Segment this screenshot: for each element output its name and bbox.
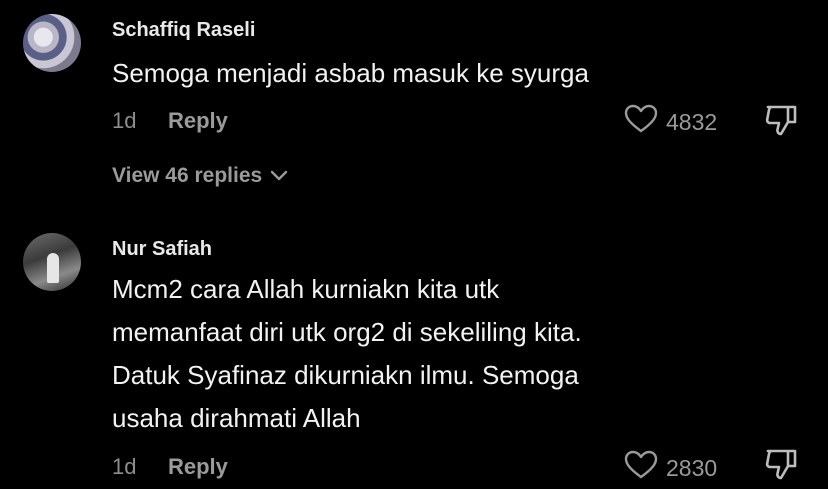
thumbs-down-outline-icon: [764, 449, 798, 484]
thumbs-down-outline-icon: [764, 105, 798, 140]
comment-username[interactable]: Schaffiq Raseli: [112, 19, 255, 42]
comment-timestamp: 1d: [112, 108, 137, 133]
dislike-button[interactable]: [764, 104, 798, 141]
like-button[interactable]: 4832: [624, 104, 717, 140]
reply-button[interactable]: Reply: [168, 454, 228, 480]
dislike-button[interactable]: [764, 448, 798, 485]
comment-username[interactable]: Nur Safiah: [112, 238, 212, 261]
comment-timestamp: 1d: [112, 454, 137, 479]
heart-outline-icon: [624, 104, 658, 140]
like-count: 2830: [666, 454, 718, 481]
reply-button[interactable]: Reply: [168, 108, 228, 134]
comment-text: Mcm2 cara Allah kurniakn kita utk memanf…: [112, 268, 582, 440]
like-count: 4832: [666, 108, 718, 135]
view-replies-button[interactable]: View 46 replies: [112, 164, 288, 188]
comment-text-line: Mcm2 cara Allah kurniakn kita utk: [112, 274, 500, 304]
comment-text-line: memanfaat diri utk org2 di sekeliling ki…: [112, 317, 582, 347]
comment-text-line: Datuk Syafinaz dikurniakn ilmu. Semoga: [112, 360, 579, 390]
chevron-down-icon: [270, 164, 288, 188]
avatar[interactable]: [23, 233, 81, 291]
comment-item: Nur Safiah Mcm2 cara Allah kurniakn kita…: [0, 220, 828, 489]
heart-outline-icon: [624, 450, 658, 486]
like-button[interactable]: 2830: [624, 450, 717, 486]
view-replies-label: View 46 replies: [112, 164, 263, 187]
comment-text-line: usaha dirahmati Allah: [112, 403, 361, 433]
avatar[interactable]: [23, 14, 81, 72]
comment-item: Schaffiq Raseli Semoga menjadi asbab mas…: [0, 0, 828, 200]
comment-text: Semoga menjadi asbab masuk ke syurga: [112, 58, 589, 88]
